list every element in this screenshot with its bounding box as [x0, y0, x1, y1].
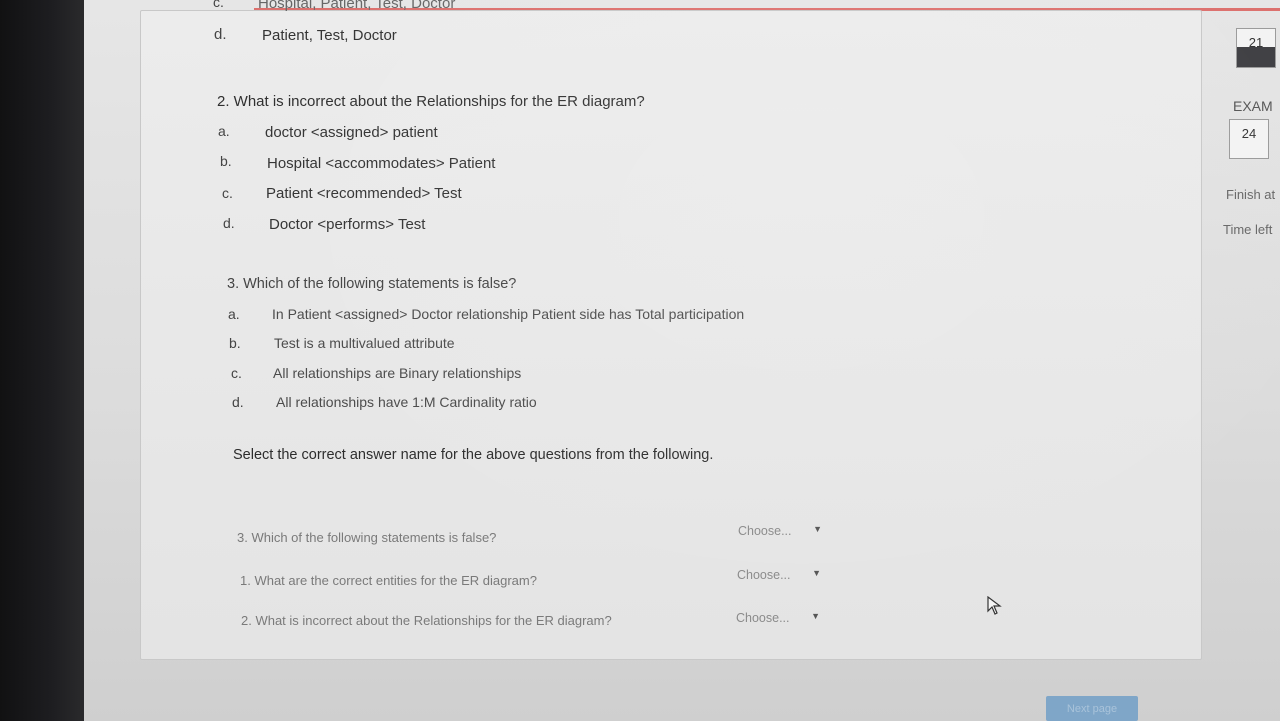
next-page-button[interactable]: Next page	[1046, 696, 1138, 721]
q3-option-b-letter: b.	[229, 335, 241, 351]
finish-at-label: Finish at	[1226, 187, 1276, 202]
dropdown-caret-icon: ▼	[813, 524, 822, 534]
q2-option-b-text[interactable]: Hospital <accommodates> Patient	[267, 155, 495, 172]
q1-option-c-letter: c.	[213, 0, 224, 10]
exam-label: EXAM	[1233, 98, 1273, 114]
quiz-nav-number: 24	[1241, 126, 1257, 141]
answer-select-value: Choose...	[738, 524, 792, 538]
answer-select-value: Choose...	[736, 611, 790, 625]
answer-select-1[interactable]: Choose... ▼	[732, 519, 828, 543]
quiz-nav-box-21[interactable]: 21	[1236, 28, 1276, 68]
q1-option-d-text[interactable]: Patient, Test, Doctor	[262, 27, 397, 44]
matching-instruction: Select the correct answer name for the a…	[233, 447, 714, 463]
q2-option-c-letter: c.	[222, 185, 233, 201]
q3-option-d-letter: d.	[232, 394, 244, 410]
answer-select-2[interactable]: Choose... ▼	[731, 563, 827, 587]
monitor-bezel	[0, 0, 84, 721]
q3-option-c-text[interactable]: All relationships are Binary relationshi…	[273, 365, 521, 381]
q2-option-d-text[interactable]: Doctor <performs> Test	[269, 216, 425, 233]
question-2-text: 2. What is incorrect about the Relations…	[217, 93, 645, 110]
q3-option-b-text[interactable]: Test is a multivalued attribute	[274, 335, 455, 351]
q2-option-b-letter: b.	[220, 153, 232, 169]
answer-select-3[interactable]: Choose... ▼	[730, 606, 826, 630]
q2-option-d-letter: d.	[223, 215, 235, 231]
question-3-text: 3. Which of the following statements is …	[227, 276, 517, 292]
q2-option-a-text[interactable]: doctor <assigned> patient	[265, 124, 438, 141]
quiz-nav-box-24[interactable]: 24	[1229, 119, 1269, 159]
mouse-cursor-icon	[987, 596, 1002, 615]
q3-option-d-text[interactable]: All relationships have 1:M Cardinality r…	[276, 394, 537, 410]
time-left-label: Time left	[1223, 222, 1273, 237]
answer-select-value: Choose...	[737, 568, 791, 582]
q3-option-a-text[interactable]: In Patient <assigned> Doctor relationshi…	[272, 306, 744, 322]
matching-question-label: 1. What are the correct entities for the…	[240, 573, 537, 588]
dropdown-caret-icon: ▼	[812, 568, 821, 578]
q2-option-a-letter: a.	[218, 123, 230, 139]
q3-option-a-letter: a.	[228, 306, 240, 322]
q3-option-c-letter: c.	[231, 365, 242, 381]
dropdown-caret-icon: ▼	[811, 611, 820, 621]
matching-question-label: 3. Which of the following statements is …	[237, 530, 497, 545]
answered-indicator	[1237, 47, 1275, 67]
q2-option-c-text[interactable]: Patient <recommended> Test	[266, 185, 462, 202]
q1-option-c-text[interactable]: Hospital, Patient, Test, Doctor	[258, 0, 455, 12]
q1-option-d-letter: d.	[214, 26, 227, 43]
matching-question-label: 2. What is incorrect about the Relations…	[241, 613, 612, 628]
